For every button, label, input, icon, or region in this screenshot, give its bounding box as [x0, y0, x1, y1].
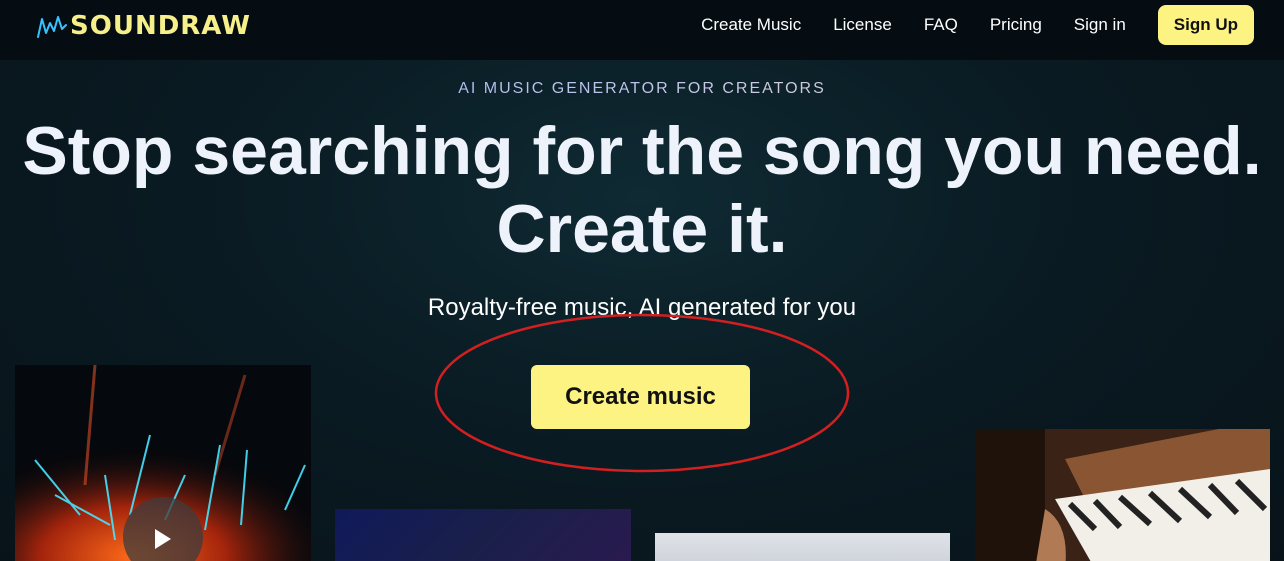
logo-text: SOUNDRAW	[70, 11, 251, 41]
play-icon	[155, 529, 171, 549]
piano-image	[975, 429, 1270, 561]
nav-sign-in[interactable]: Sign in	[1074, 15, 1126, 35]
headline-line-1: Stop searching for the song you need.	[22, 113, 1262, 189]
top-nav-bar: SOUNDRAW Create Music License FAQ Pricin…	[0, 0, 1284, 60]
piano-graphic	[975, 429, 1270, 561]
nav-create-music[interactable]: Create Music	[701, 15, 801, 35]
hero-headline: Stop searching for the song you need. Cr…	[0, 112, 1284, 268]
create-music-button[interactable]: Create music	[531, 365, 750, 429]
concert-lights-image	[15, 365, 311, 561]
light-image	[655, 533, 950, 561]
headline-line-2: Create it.	[496, 191, 788, 267]
logo[interactable]: SOUNDRAW	[36, 10, 251, 42]
nav-faq[interactable]: FAQ	[924, 15, 958, 35]
sign-up-button[interactable]: Sign Up	[1157, 5, 1254, 45]
night-sky-image	[335, 509, 631, 561]
hero-eyebrow: AI MUSIC GENERATOR FOR CREATORS	[0, 80, 1284, 98]
sound-wave-icon	[37, 16, 67, 38]
nav-license[interactable]: License	[833, 15, 892, 35]
page: SOUNDRAW Create Music License FAQ Pricin…	[0, 0, 1284, 561]
main-nav: Create Music License FAQ Pricing Sign in…	[701, 0, 1284, 50]
nav-pricing[interactable]: Pricing	[990, 15, 1042, 35]
hero-subheading: Royalty-free music, AI generated for you	[427, 294, 857, 321]
